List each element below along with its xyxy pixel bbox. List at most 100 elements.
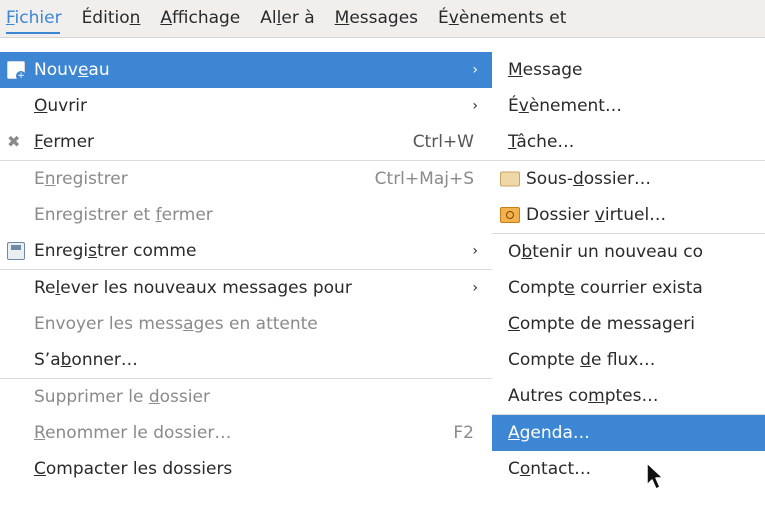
menu-edition-mnemonic: n — [129, 8, 141, 28]
close-icon: ✖ — [7, 132, 21, 151]
menu-item-nouveau[interactable]: Nouveau › — [0, 52, 492, 88]
menu-aller-a[interactable]: Aller à — [250, 0, 324, 37]
label-mnemonic: b — [60, 350, 72, 370]
label-mnemonic: m — [588, 386, 605, 406]
label-post: ermer — [161, 205, 213, 225]
label-post: ompacter les dossiers — [45, 459, 233, 479]
submenu-item-autres-comptes[interactable]: Autres comptes… — [492, 378, 765, 414]
menu-messages[interactable]: Messages — [325, 0, 428, 37]
submenu-item-message[interactable]: Message — [492, 52, 765, 88]
label-mnemonic: C — [508, 314, 520, 334]
label-post: ossier — [159, 387, 210, 407]
label-post: au — [88, 60, 110, 80]
label-mnemonic: n — [44, 169, 56, 189]
menu-item-compacter-dossiers[interactable]: Compacter les dossiers — [0, 451, 492, 487]
menu-fichier-mnemonic: F — [6, 8, 15, 28]
menu-item-label: Compte de flux… — [508, 350, 655, 370]
menu-item-enregistrer-comme[interactable]: Enregistrer comme › — [0, 233, 492, 269]
menu-messages-post: essages — [349, 8, 419, 28]
submenu-arrow-icon: › — [472, 280, 478, 296]
submenu-item-evenement[interactable]: Évènement… — [492, 88, 765, 124]
menu-fichier[interactable]: Fichier — [0, 0, 72, 37]
menu-affichage[interactable]: Affichage — [150, 0, 250, 37]
label-post: ermer — [42, 132, 95, 152]
menu-edition-pre: Éditio — [81, 8, 130, 28]
save-as-icon — [7, 242, 25, 260]
menu-affichage-post: ffichage — [172, 8, 241, 28]
menu-item-s-abonner[interactable]: S’abonner… — [0, 342, 492, 378]
label-mnemonic: a — [183, 314, 194, 334]
submenu-item-nouveau-compte[interactable]: Obtenir un nouveau co — [492, 234, 765, 270]
submenu-item-contact[interactable]: Contact… — [492, 451, 765, 487]
folder-icon — [500, 171, 520, 187]
label-post: registrer — [55, 169, 128, 189]
label-pre: Sous- — [526, 169, 573, 189]
menu-item-label: Supprimer le dossier — [34, 387, 210, 407]
label-post: ptes… — [604, 386, 659, 406]
label-pre: Nouv — [34, 60, 78, 80]
menu-item-label: S’abonner… — [34, 350, 138, 370]
new-icon — [7, 61, 26, 81]
label-post: ossier… — [583, 169, 652, 189]
label-mnemonic: R — [34, 423, 46, 443]
shortcut-ctrl-maj-s: Ctrl+Maj+S — [374, 169, 474, 189]
label-mnemonic: O — [34, 96, 48, 116]
mouse-pointer-icon — [646, 462, 664, 490]
submenu-item-dossier-virtuel[interactable]: Dossier virtuel… — [492, 197, 765, 233]
menu-item-label: Agenda… — [508, 423, 590, 443]
label-mnemonic: d — [580, 350, 591, 370]
label-mnemonic: A — [508, 423, 520, 443]
label-post: e flux… — [590, 350, 656, 370]
label-pre: Enregistrer et — [34, 205, 156, 225]
label-pre: Autres co — [508, 386, 589, 406]
menu-affichage-mnemonic: A — [160, 8, 173, 28]
label-post: uvrir — [47, 96, 87, 116]
menu-aller-a-pre: Al — [260, 8, 277, 28]
menu-item-label: Enregistrer — [34, 169, 128, 189]
menu-item-supprimer-dossier[interactable]: Supprimer le dossier — [0, 379, 492, 415]
menu-item-ouvrir[interactable]: Ouvrir › — [0, 88, 492, 124]
label-post: irtuel… — [604, 205, 667, 225]
submenu-item-compte-flux[interactable]: Compte de flux… — [492, 342, 765, 378]
submenu-item-sous-dossier[interactable]: Sous-dossier… — [492, 161, 765, 197]
submenu-item-compte-messagerie[interactable]: Compte de messageri — [492, 306, 765, 342]
virtual-folder-icon — [500, 207, 520, 223]
label-pre: Enregi — [34, 241, 89, 261]
submenu-item-compte-existant[interactable]: Compte courrier exista — [492, 270, 765, 306]
label-post: tenir un nouveau co — [532, 242, 703, 262]
label-pre: Compt — [508, 278, 565, 298]
fichier-menu: Nouveau › Ouvrir › ✖ Fermer Ctrl+W Enreg… — [0, 52, 493, 521]
submenu-item-agenda[interactable]: Agenda… — [492, 415, 765, 451]
menu-item-label: Dossier virtuel… — [526, 205, 666, 225]
menu-item-label: Ouvrir — [34, 96, 87, 116]
label-post: ges en attente — [193, 314, 318, 334]
menu-item-label: Compte de messageri — [508, 314, 695, 334]
menu-evenements-mnemonic: v — [448, 8, 459, 28]
label-pre: Envoyer les mess — [34, 314, 184, 334]
submenu-arrow-icon: › — [472, 243, 478, 259]
menu-item-renommer-dossier[interactable]: Renommer le dossier… F2 — [0, 415, 492, 451]
label-mnemonic: v — [594, 205, 605, 225]
menu-item-enregistrer[interactable]: Enregistrer Ctrl+Maj+S — [0, 161, 492, 197]
menu-item-label: Contact… — [508, 459, 591, 479]
menu-evenements[interactable]: Évènements et — [428, 0, 576, 37]
label-mnemonic: C — [34, 459, 46, 479]
menu-item-envoyer-en-attente[interactable]: Envoyer les messages en attente — [0, 306, 492, 342]
menu-edition[interactable]: Édition — [72, 0, 151, 37]
label-pre: O — [508, 242, 522, 262]
label-post: enommer le dossier… — [45, 423, 232, 443]
menu-item-label: Nouveau — [34, 60, 110, 80]
menu-item-label: Compacter les dossiers — [34, 459, 232, 479]
label-mnemonic: M — [508, 60, 523, 80]
menubar: Fichier Édition Affichage Aller à Messag… — [0, 0, 765, 38]
label-post: âche… — [516, 132, 575, 152]
label-post: ever les nouveaux messages pour — [60, 278, 352, 298]
menu-item-label: Relever les nouveaux messages pour — [34, 278, 352, 298]
submenu-item-tache[interactable]: Tâche… — [492, 124, 765, 160]
menu-item-fermer[interactable]: ✖ Fermer Ctrl+W — [0, 124, 492, 160]
menu-item-label: Tâche… — [508, 132, 574, 152]
label-post: onner… — [71, 350, 138, 370]
label-mnemonic: b — [521, 242, 533, 262]
menu-item-enregistrer-et-fermer[interactable]: Enregistrer et fermer — [0, 197, 492, 233]
menu-item-relever[interactable]: Relever les nouveaux messages pour › — [0, 270, 492, 306]
